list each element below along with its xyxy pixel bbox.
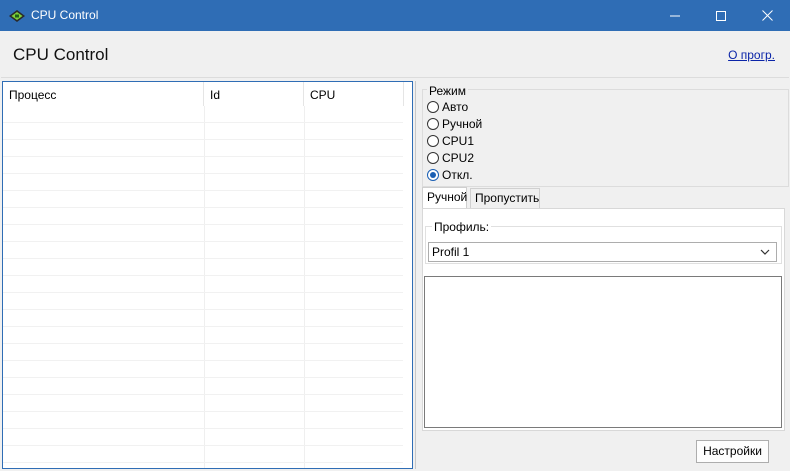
table-row bbox=[3, 242, 403, 259]
table-row bbox=[3, 310, 403, 327]
table-row bbox=[3, 191, 403, 208]
table-header: Процесс Id CPU bbox=[3, 82, 412, 106]
process-table[interactable]: Процесс Id CPU bbox=[2, 81, 413, 469]
minimize-button[interactable] bbox=[652, 0, 698, 31]
table-row bbox=[3, 327, 403, 344]
radio-dot bbox=[427, 152, 439, 164]
radio-label: CPU2 bbox=[442, 151, 475, 165]
tab-manual[interactable]: Ручной bbox=[422, 187, 467, 209]
profile-select[interactable]: Profil 1 bbox=[428, 242, 777, 262]
profile-text-area[interactable] bbox=[424, 276, 782, 428]
table-body bbox=[3, 106, 403, 468]
settings-button[interactable]: Настройки bbox=[696, 440, 769, 463]
radio-mode-auto[interactable]: Авто bbox=[427, 99, 468, 115]
close-icon bbox=[761, 10, 773, 21]
close-button[interactable] bbox=[744, 0, 790, 31]
table-row bbox=[3, 293, 403, 310]
tab-panel-manual: Профиль: Profil 1 bbox=[422, 208, 785, 431]
radio-dot bbox=[427, 118, 439, 130]
cpu-chip-icon bbox=[9, 10, 25, 22]
table-row bbox=[3, 140, 403, 157]
radio-label: CPU1 bbox=[442, 134, 475, 148]
radio-label: Авто bbox=[442, 100, 469, 114]
minimize-icon bbox=[670, 15, 680, 16]
radio-dot bbox=[427, 169, 439, 181]
control-panel: Режим Авто Ручной CPU1 CPU2 Откл. Ручной… bbox=[415, 81, 789, 469]
mode-group: Режим Авто Ручной CPU1 CPU2 Откл. bbox=[422, 84, 789, 187]
table-row bbox=[3, 174, 403, 191]
radio-dot bbox=[427, 135, 439, 147]
radio-mode-manual[interactable]: Ручной bbox=[427, 116, 482, 132]
profile-legend: Профиль: bbox=[432, 220, 492, 234]
column-header-cpu[interactable]: CPU bbox=[304, 82, 404, 106]
window-title: CPU Control bbox=[31, 8, 99, 22]
table-row bbox=[3, 395, 403, 412]
table-row bbox=[3, 344, 403, 361]
table-row bbox=[3, 208, 403, 225]
about-link[interactable]: О прогр. bbox=[728, 48, 775, 62]
profile-select-value: Profil 1 bbox=[432, 245, 470, 259]
table-row bbox=[3, 446, 403, 463]
table-row bbox=[3, 378, 403, 395]
maximize-icon bbox=[716, 10, 726, 21]
table-row bbox=[3, 276, 403, 293]
radio-label: Откл. bbox=[442, 168, 473, 182]
radio-mode-off[interactable]: Откл. bbox=[427, 167, 473, 183]
app-header: CPU Control О прогр. bbox=[1, 31, 789, 78]
mode-legend: Режим bbox=[427, 84, 468, 98]
table-row bbox=[3, 106, 403, 123]
table-row bbox=[3, 225, 403, 242]
table-row bbox=[3, 123, 403, 140]
page-title: CPU Control bbox=[13, 45, 109, 64]
table-row bbox=[3, 157, 403, 174]
table-row bbox=[3, 429, 403, 446]
column-header-process[interactable]: Процесс bbox=[3, 82, 204, 106]
table-row bbox=[3, 361, 403, 378]
radio-mode-cpu1[interactable]: CPU1 bbox=[427, 133, 474, 149]
column-header-id[interactable]: Id bbox=[204, 82, 304, 106]
table-row bbox=[3, 259, 403, 276]
table-row bbox=[3, 412, 403, 429]
chevron-down-icon bbox=[760, 249, 770, 255]
title-bar: CPU Control bbox=[0, 0, 790, 31]
radio-mode-cpu2[interactable]: CPU2 bbox=[427, 150, 474, 166]
maximize-button[interactable] bbox=[698, 0, 744, 31]
tab-skip[interactable]: Пропустить bbox=[470, 188, 540, 208]
radio-dot bbox=[427, 101, 439, 113]
profile-group: Профиль: Profil 1 bbox=[425, 220, 782, 264]
radio-label: Ручной bbox=[442, 117, 483, 131]
